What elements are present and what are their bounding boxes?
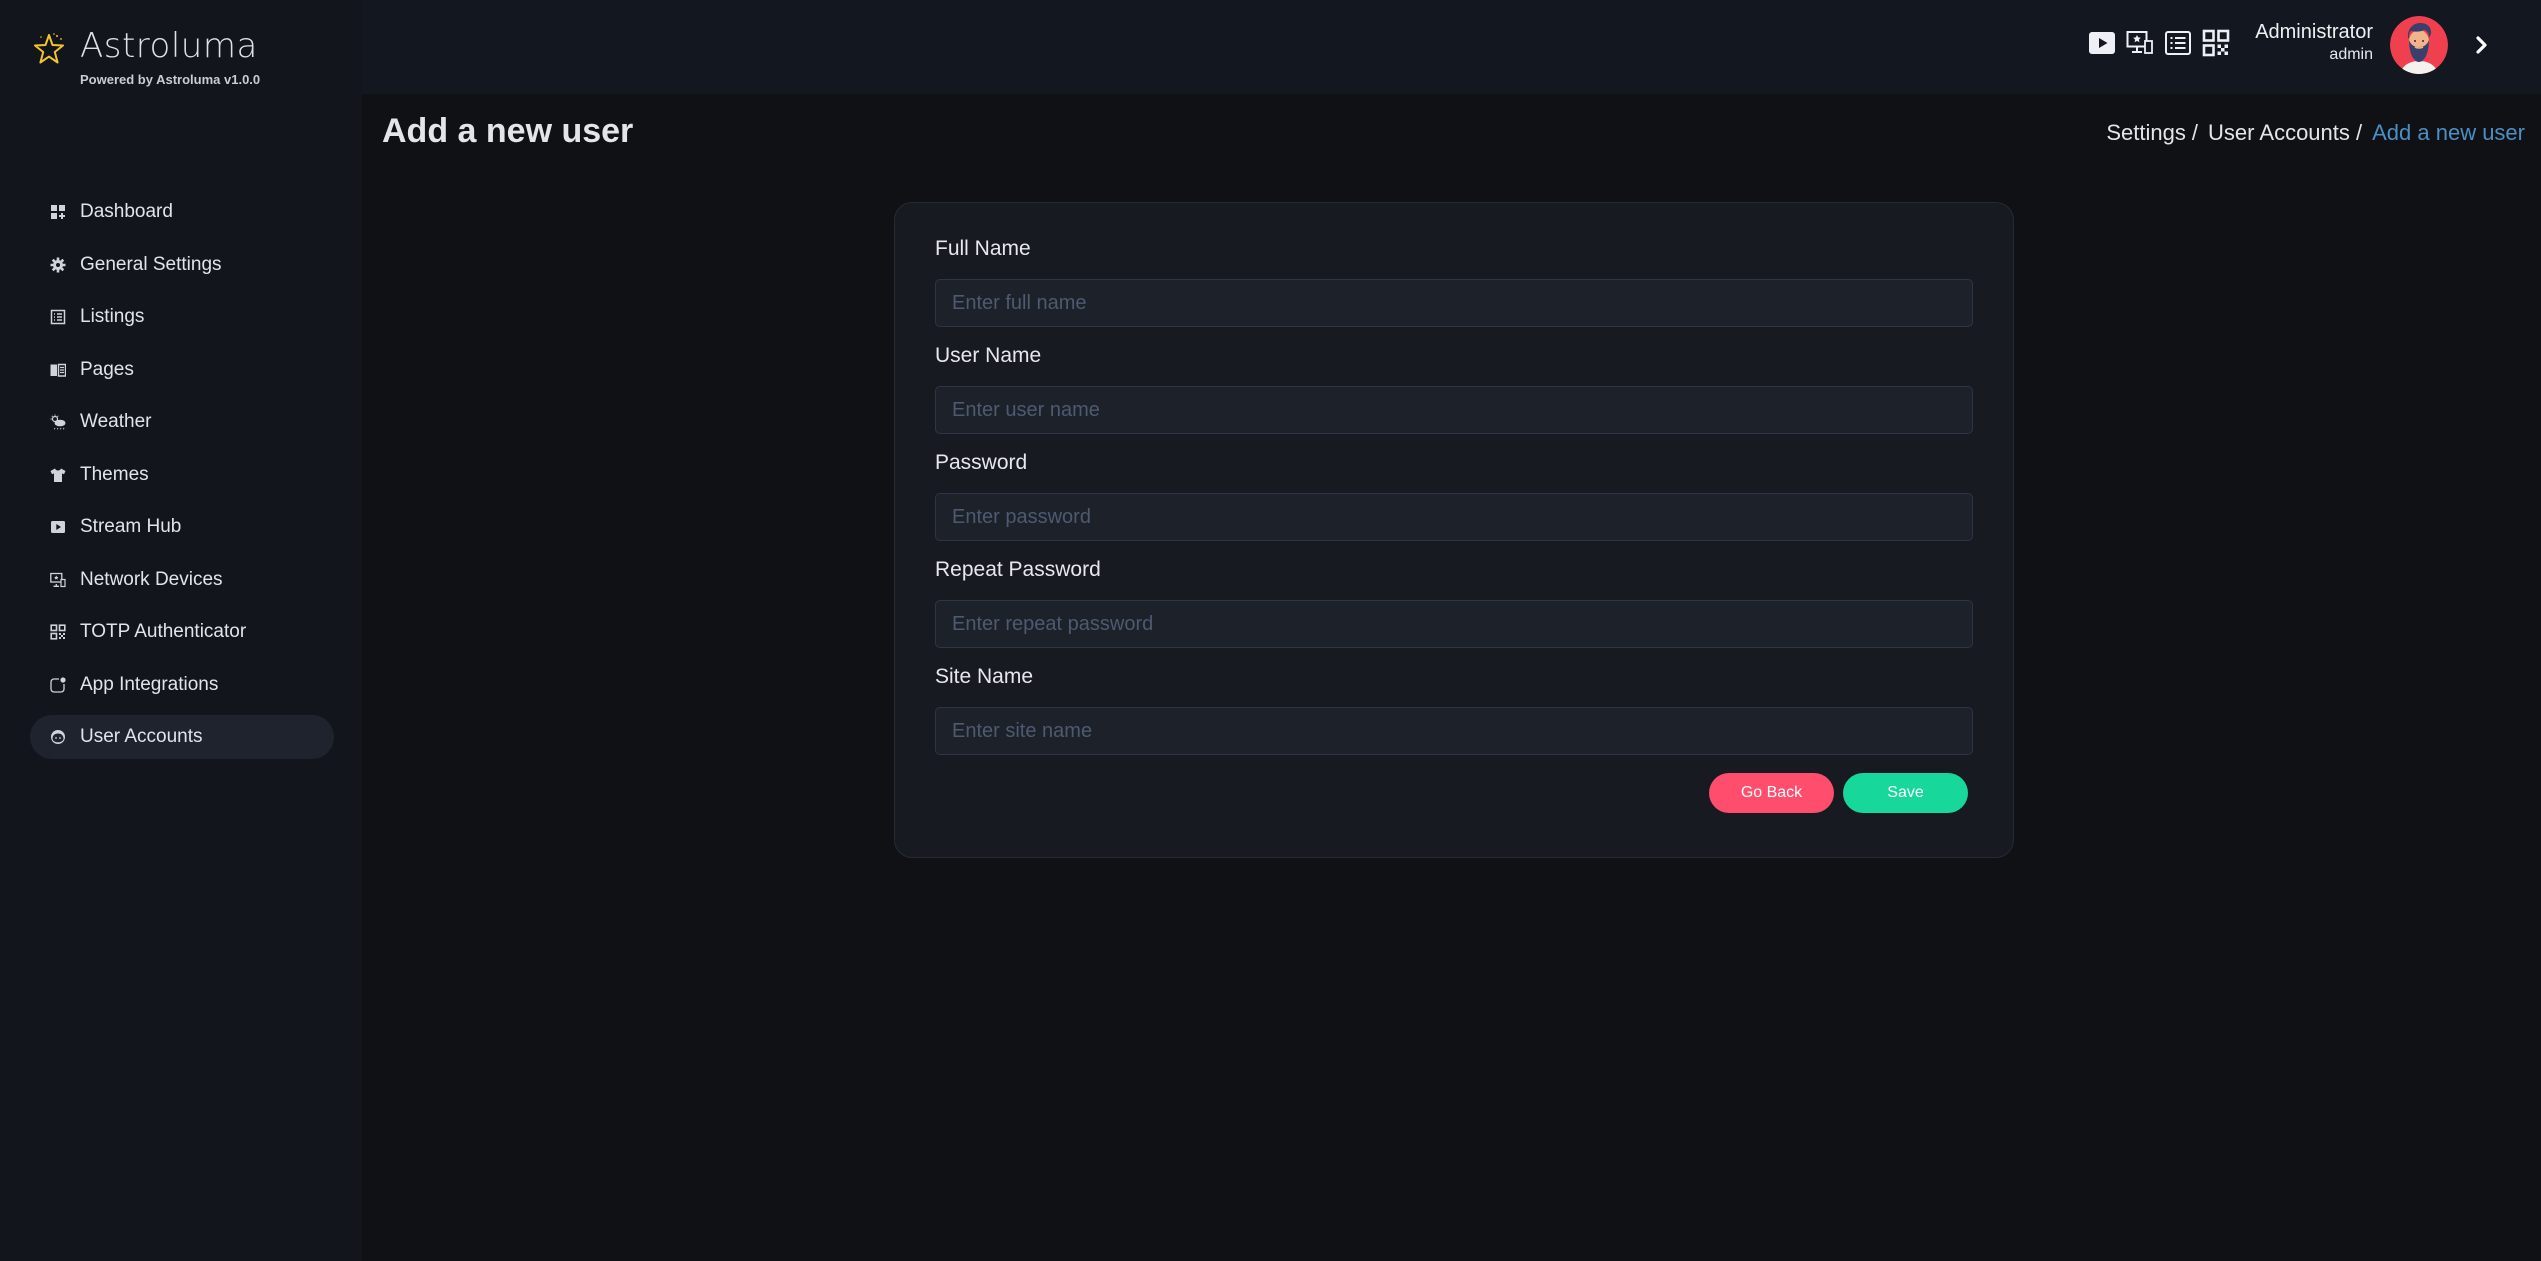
user-name-label: User Name <box>935 344 1042 367</box>
sidebar-item-label: Pages <box>80 358 134 380</box>
sidebar-item-label: Dashboard <box>80 201 173 222</box>
sidebar-item-dashboard[interactable]: Dashboard <box>30 190 334 234</box>
user-name-input[interactable] <box>935 386 1973 434</box>
site-name-field: Site Name <box>935 665 1973 755</box>
sidebar-item-label: Stream Hub <box>80 516 182 537</box>
play-icon[interactable] <box>2088 29 2116 57</box>
play-icon <box>50 519 66 535</box>
breadcrumb-settings[interactable]: Settings / <box>2106 120 2198 146</box>
sidebar-item-listings[interactable]: Listings <box>30 295 334 339</box>
integration-icon <box>50 676 66 693</box>
top-header: Administrator admin <box>362 0 2541 94</box>
sidebar: Astroluma Powered by Astroluma v1.0.0 Da… <box>0 0 362 1261</box>
sidebar-item-label: App Integrations <box>80 673 219 695</box>
add-user-form-card: Full Name User Name Password Repeat Pass… <box>894 202 2014 858</box>
sidebar-item-label: Listings <box>80 306 145 327</box>
star-logo-icon <box>34 33 64 64</box>
breadcrumb: Settings / User Accounts / Add a new use… <box>2106 120 2525 146</box>
go-back-button[interactable]: Go Back <box>1709 773 1834 813</box>
user-info: Administrator admin <box>2255 21 2373 64</box>
user-role: admin <box>2329 46 2373 63</box>
sidebar-item-app-integrations[interactable]: App Integrations <box>30 663 334 707</box>
page-title: Add a new user <box>382 112 634 150</box>
qr-icon[interactable] <box>2202 29 2230 57</box>
full-name-label: Full Name <box>935 237 1031 260</box>
sidebar-nav: Dashboard General Settings Listings Page… <box>30 190 334 768</box>
breadcrumb-current: Add a new user <box>2372 120 2525 145</box>
devices-icon[interactable] <box>2126 29 2154 57</box>
sidebar-item-weather[interactable]: Weather <box>30 400 334 444</box>
breadcrumb-user-accounts[interactable]: User Accounts / <box>2208 120 2362 146</box>
sidebar-item-label: Network Devices <box>80 568 223 590</box>
site-name-label: Site Name <box>935 665 1034 688</box>
password-input[interactable] <box>935 493 1973 541</box>
user-name-field: User Name <box>935 344 1973 434</box>
site-name-input[interactable] <box>935 707 1973 755</box>
password-label: Password <box>935 451 1028 474</box>
sidebar-item-network-devices[interactable]: Network Devices <box>30 558 334 602</box>
full-name-field: Full Name <box>935 237 1973 327</box>
brand-title: Astroluma <box>80 26 258 66</box>
save-button[interactable]: Save <box>1843 773 1968 813</box>
chevron-right-icon[interactable] <box>2470 30 2494 60</box>
sidebar-item-label: Themes <box>80 463 149 485</box>
qr-icon <box>50 624 66 640</box>
weather-icon <box>50 414 66 430</box>
sidebar-item-label: User Accounts <box>80 726 203 747</box>
user-display-name: Administrator <box>2255 21 2373 43</box>
gear-icon <box>50 257 66 273</box>
repeat-password-label: Repeat Password <box>935 558 1101 581</box>
sidebar-item-general-settings[interactable]: General Settings <box>30 243 334 287</box>
sidebar-item-label: TOTP Authenticator <box>80 621 247 642</box>
full-name-input[interactable] <box>935 279 1973 327</box>
user-face-icon <box>50 729 66 745</box>
sidebar-item-stream-hub[interactable]: Stream Hub <box>30 505 334 549</box>
brand-subtitle: Powered by Astroluma v1.0.0 <box>80 72 261 87</box>
sidebar-item-themes[interactable]: Themes <box>30 453 334 497</box>
avatar[interactable] <box>2390 16 2448 74</box>
header-shortcuts <box>2088 29 2230 57</box>
password-field: Password <box>935 451 1973 541</box>
list-icon[interactable] <box>2164 29 2192 57</box>
book-icon <box>50 362 66 378</box>
devices-icon <box>50 572 66 588</box>
list-icon <box>50 309 66 325</box>
repeat-password-field: Repeat Password <box>935 558 1973 648</box>
sidebar-item-pages[interactable]: Pages <box>30 348 334 392</box>
sidebar-item-user-accounts[interactable]: User Accounts <box>30 715 334 759</box>
repeat-password-input[interactable] <box>935 600 1973 648</box>
sidebar-item-label: Weather <box>80 411 152 432</box>
sidebar-item-label: General Settings <box>80 253 222 275</box>
shirt-icon <box>50 467 66 483</box>
sidebar-item-totp-authenticator[interactable]: TOTP Authenticator <box>30 610 334 654</box>
dashboard-icon <box>50 204 66 220</box>
